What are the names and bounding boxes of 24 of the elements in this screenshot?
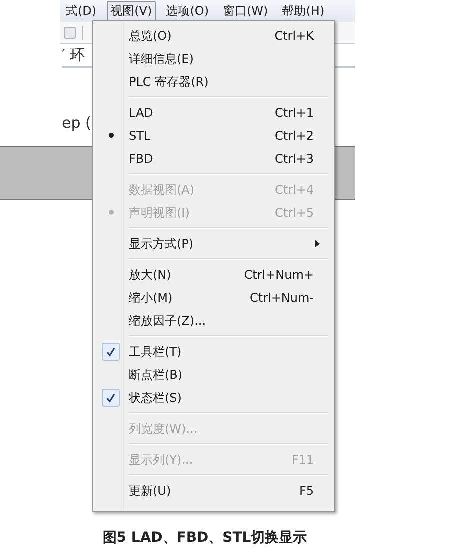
menu-item[interactable]: STL Ctrl+2 bbox=[95, 124, 332, 147]
editor-text: ep ( bbox=[62, 114, 92, 132]
menu-item[interactable]: 详细信息(E) bbox=[95, 47, 332, 70]
menu-item[interactable]: 状态栏(S) bbox=[95, 386, 332, 409]
menu-item[interactable]: 放大(N) Ctrl+Num+ bbox=[95, 263, 332, 286]
menu-item[interactable]: 工具栏(T) bbox=[95, 340, 332, 363]
menu-item[interactable]: 缩小(M) Ctrl+Num- bbox=[95, 286, 332, 309]
menu-item[interactable]: PLC 寄存器(R) bbox=[95, 70, 332, 93]
menu-bar-item[interactable]: 选项(O) bbox=[162, 0, 213, 22]
menu-bar-item[interactable]: 式(D) bbox=[62, 0, 101, 22]
figure-caption: 图5 LAD、FBD、STL切换显示 bbox=[102, 529, 308, 547]
menu-item[interactable]: 缩放因子(Z)... bbox=[95, 309, 332, 332]
menu-item[interactable]: 总览(O) Ctrl+K bbox=[95, 24, 332, 47]
submenu-arrow-icon bbox=[315, 240, 320, 248]
menu-bar-item[interactable]: 帮助(H) bbox=[278, 0, 329, 22]
menu-bar-item[interactable]: 视图(V) bbox=[106, 0, 156, 22]
menu-item[interactable]: 断点栏(B) bbox=[95, 363, 332, 386]
menu-item[interactable]: LAD Ctrl+1 bbox=[95, 101, 332, 124]
menu-item[interactable]: FBD Ctrl+3 bbox=[95, 147, 332, 170]
menu-item[interactable]: 显示方式(P) bbox=[95, 232, 332, 255]
editor-text: ′ 环 bbox=[62, 46, 86, 64]
toolbar-icon[interactable] bbox=[64, 26, 76, 38]
menu-item[interactable]: 更新(U) F5 bbox=[95, 479, 332, 502]
menu-bar-item[interactable]: 窗口(W) bbox=[219, 0, 272, 22]
